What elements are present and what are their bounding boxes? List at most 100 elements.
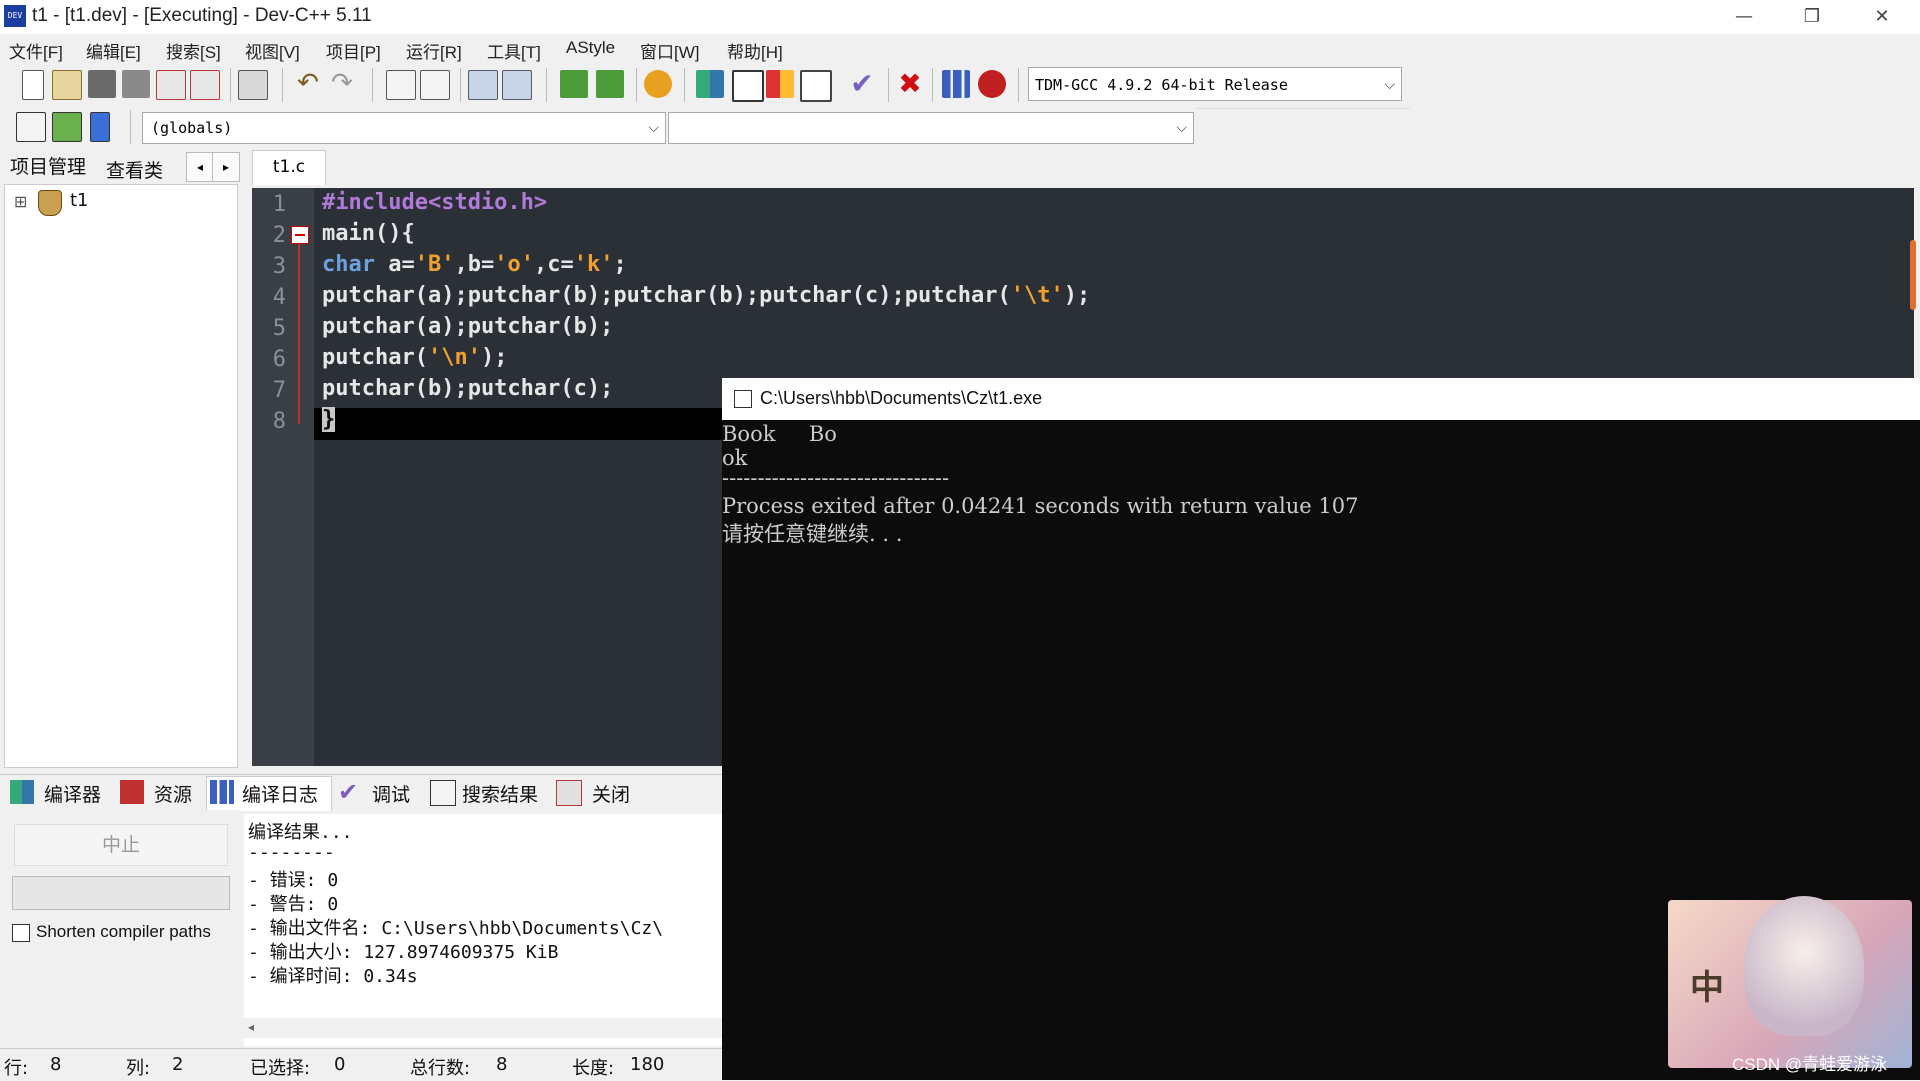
tab-resources[interactable]: 资源 — [154, 780, 192, 807]
run-icon[interactable] — [732, 70, 764, 102]
code-string: 'k' — [573, 252, 614, 277]
menu-file[interactable]: 文件[F] — [9, 38, 63, 63]
fold-collapse-icon[interactable] — [291, 226, 309, 244]
undo-icon[interactable]: ↶ — [294, 70, 322, 98]
tab-search-results[interactable]: 搜索结果 — [462, 780, 538, 807]
menu-view[interactable]: 视图[V] — [245, 38, 300, 63]
restore-button[interactable]: ❐ — [1784, 0, 1840, 34]
code-line-8: } — [322, 407, 336, 432]
close-all-icon[interactable] — [190, 70, 220, 100]
toggle-bookmark-icon[interactable] — [90, 112, 110, 142]
debug-icon[interactable] — [978, 70, 1006, 98]
scope-combo[interactable]: (globals) ⌵ — [142, 112, 666, 144]
tree-expand-icon[interactable]: ⊞ — [14, 192, 27, 211]
menu-run[interactable]: 运行[R] — [406, 38, 462, 63]
tab-scroll-right-icon[interactable]: ▸ — [212, 152, 240, 182]
menu-help[interactable]: 帮助[H] — [727, 38, 783, 63]
close-icon[interactable] — [156, 70, 186, 100]
goto-bookmark-icon[interactable] — [16, 112, 46, 142]
status-row-value: 8 — [50, 1054, 62, 1075]
status-total-value: 8 — [496, 1054, 508, 1075]
tab-compile-log[interactable]: 编译日志 — [242, 780, 318, 807]
indent-icon[interactable] — [468, 70, 498, 100]
menu-project[interactable]: 项目[P] — [326, 38, 381, 63]
save-all-icon[interactable] — [122, 70, 150, 98]
unindent-icon[interactable] — [502, 70, 532, 100]
status-col-value: 2 — [172, 1054, 184, 1075]
compile-icon[interactable] — [696, 70, 724, 98]
check-icon[interactable]: ✔ — [848, 70, 876, 98]
log-horizontal-scrollbar[interactable]: ◂ — [244, 1018, 722, 1038]
toolbar-separator — [932, 68, 933, 102]
close-window-button[interactable]: ✕ — [1854, 0, 1910, 34]
code-text: } — [322, 407, 336, 432]
shorten-paths-checkbox[interactable] — [12, 924, 30, 942]
chart-icon[interactable] — [942, 70, 970, 98]
menu-astyle[interactable]: AStyle — [566, 38, 615, 58]
compile-run-icon[interactable] — [766, 70, 794, 98]
menu-window[interactable]: 窗口[W] — [640, 38, 700, 63]
code-text: ); — [1063, 283, 1091, 308]
resources-icon — [120, 780, 144, 804]
sticker-character-text: 中 — [1690, 968, 1724, 1008]
save-icon[interactable] — [88, 70, 116, 98]
code-string: '\n' — [427, 345, 481, 370]
tab-class-browser[interactable]: 查看类 — [106, 156, 163, 183]
toolbar-separator — [130, 110, 131, 144]
shorten-paths-option[interactable]: Shorten compiler paths — [12, 922, 211, 942]
code-text: ; — [613, 252, 627, 277]
devcpp-app-icon: DEV — [4, 5, 26, 27]
status-selected-label: 已选择: — [250, 1058, 311, 1079]
tab-close[interactable]: 关闭 — [592, 780, 630, 807]
shorten-paths-label: Shorten compiler paths — [36, 922, 211, 941]
minimize-button[interactable]: — — [1716, 0, 1772, 34]
code-line-7: putchar(b);putchar(c); — [322, 376, 613, 401]
tab-t1-c[interactable]: t1.c — [252, 150, 326, 185]
toolbar-separator — [684, 68, 685, 102]
chevron-down-icon[interactable]: ⌵ — [648, 113, 659, 143]
rebuild-icon[interactable] — [800, 70, 832, 102]
code-text: ); — [480, 345, 508, 370]
log-line: - 输出文件名: C:\Users\hbb\Documents\Cz\ — [248, 918, 664, 939]
chevron-down-icon[interactable]: ⌵ — [1384, 68, 1395, 102]
stop-button[interactable]: 中止 — [14, 824, 228, 866]
replace-icon[interactable] — [420, 70, 450, 100]
tab-compiler[interactable]: 编译器 — [44, 780, 101, 807]
line-number: 7 — [272, 378, 286, 403]
redo-icon[interactable]: ↷ — [328, 70, 356, 98]
remove-from-project-icon[interactable] — [596, 70, 624, 98]
open-icon[interactable] — [52, 70, 82, 100]
print-icon[interactable] — [238, 70, 268, 100]
scroll-left-icon[interactable]: ◂ — [248, 1020, 254, 1034]
new-file-icon[interactable] — [22, 70, 44, 100]
tab-scroll-left-icon[interactable]: ◂ — [186, 152, 214, 182]
compiler-select[interactable]: TDM-GCC 4.9.2 64-bit Release ⌵ — [1028, 67, 1402, 101]
chevron-down-icon[interactable]: ⌵ — [1176, 113, 1187, 143]
tab-debug[interactable]: 调试 — [372, 780, 410, 807]
stop-icon[interactable]: ✖ — [896, 70, 924, 98]
window-title: t1 - [t1.dev] - [Executing] - Dev-C++ 5.… — [32, 5, 372, 26]
code-line-4: putchar(a);putchar(b);putchar(b);putchar… — [322, 283, 1090, 308]
editor-scroll-indicator[interactable] — [1910, 240, 1916, 310]
tab-project-manager[interactable]: 项目管理 — [10, 152, 86, 179]
project-options-icon[interactable] — [644, 70, 672, 98]
debug-check-icon: ✔ — [338, 778, 359, 806]
menu-tools[interactable]: 工具[T] — [487, 38, 541, 63]
menu-search[interactable]: 搜索[S] — [166, 38, 221, 63]
tree-item-t1[interactable]: t1 — [70, 190, 89, 211]
menu-edit[interactable]: 编辑[E] — [86, 38, 141, 63]
current-line-highlight — [314, 408, 724, 440]
status-selected-value: 0 — [334, 1054, 346, 1075]
log-line: -------- — [248, 842, 335, 863]
goto-line-icon[interactable] — [52, 112, 82, 142]
project-tree — [4, 184, 238, 768]
add-to-project-icon[interactable] — [560, 70, 588, 98]
compile-progress-bar — [12, 876, 230, 910]
function-combo[interactable]: ⌵ — [668, 112, 1194, 144]
find-icon[interactable] — [386, 70, 416, 100]
status-col-label: 列: — [126, 1058, 151, 1079]
toolbar-separator — [230, 68, 231, 102]
line-number: 5 — [272, 316, 286, 341]
toolbar-separator — [1018, 68, 1019, 102]
code-line-3: char a='B',b='o',c='k'; — [322, 252, 627, 277]
